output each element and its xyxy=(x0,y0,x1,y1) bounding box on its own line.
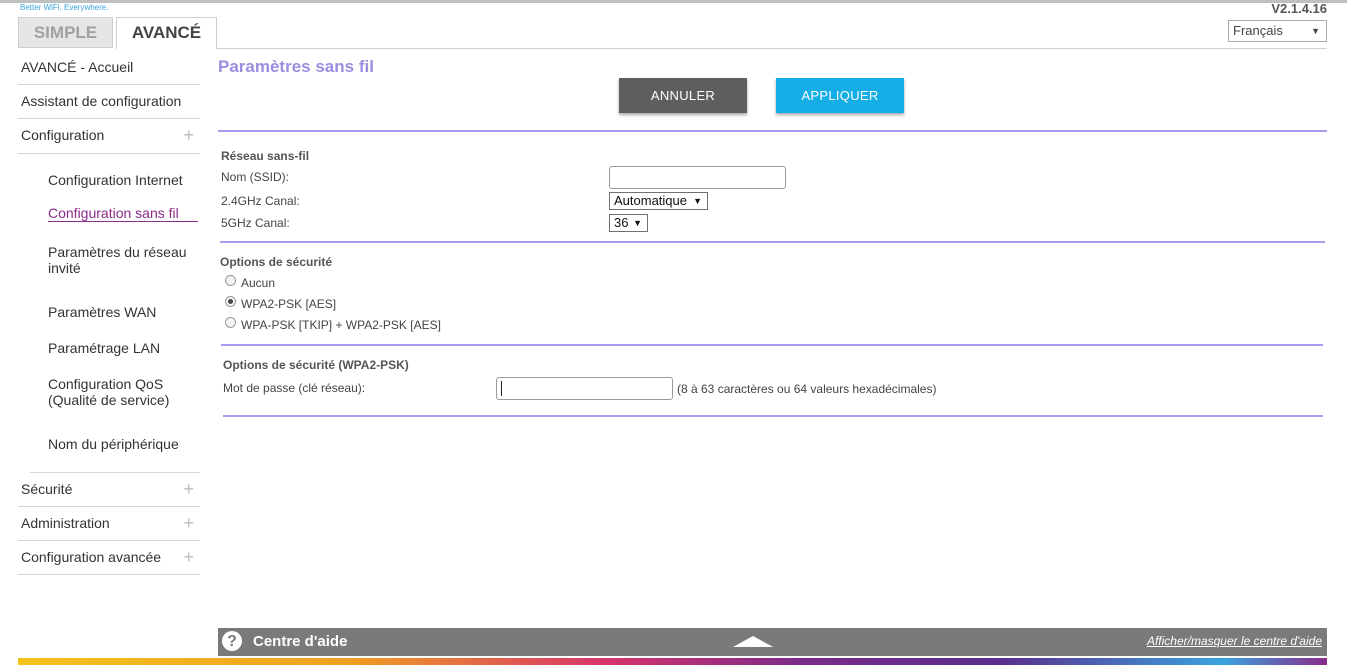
sidebar-subitem-device-name[interactable]: Nom du périphérique xyxy=(48,436,200,452)
sidebar-divider xyxy=(18,540,200,541)
chevron-up-icon[interactable] xyxy=(733,636,773,647)
sidebar-item-label: Configuration xyxy=(21,127,105,143)
language-value: Français xyxy=(1233,23,1283,38)
expand-icon[interactable]: + xyxy=(183,513,194,534)
sidebar-item-label: Configuration avancée xyxy=(21,549,162,565)
sidebar-item-administration[interactable]: Administration + xyxy=(18,513,200,534)
chevron-down-icon: ▼ xyxy=(633,218,642,228)
password-input[interactable] xyxy=(496,377,673,400)
sidebar-item-home[interactable]: AVANCÉ - Accueil xyxy=(18,59,200,75)
channel-24ghz-select[interactable]: Automatique ▼ xyxy=(609,192,708,210)
channel-5ghz-label: 5GHz Canal: xyxy=(221,216,290,230)
section-divider xyxy=(220,241,1325,243)
toggle-help-link[interactable]: Afficher/masquer le centre d'aide xyxy=(1147,634,1322,648)
password-label: Mot de passe (clé réseau): xyxy=(223,381,366,395)
sidebar-subitem-wan[interactable]: Paramètres WAN xyxy=(48,304,200,320)
chevron-down-icon: ▼ xyxy=(1311,26,1320,36)
sidebar-divider xyxy=(18,118,200,119)
sidebar-item-label: Administration xyxy=(21,515,110,531)
sidebar-divider xyxy=(18,84,200,85)
wireless-network-heading: Réseau sans-fil xyxy=(221,149,310,163)
radio-security-wpa2[interactable] xyxy=(225,296,236,307)
section-divider xyxy=(221,344,1323,346)
page-title: Paramètres sans fil xyxy=(218,57,374,76)
expand-icon[interactable]: + xyxy=(183,479,194,500)
help-center-bar: ? Centre d'aide Afficher/masquer le cent… xyxy=(218,628,1327,656)
security-options-heading: Options de sécurité xyxy=(220,255,333,269)
radio-label-none: Aucun xyxy=(241,276,276,290)
help-center-title: Centre d'aide xyxy=(253,633,348,650)
channel-5ghz-value: 36 xyxy=(614,215,629,230)
tab-simple[interactable]: SIMPLE xyxy=(18,17,113,48)
radio-label-wpa2: WPA2-PSK [AES] xyxy=(241,297,337,311)
section-divider xyxy=(218,130,1327,132)
channel-5ghz-select[interactable]: 36 ▼ xyxy=(609,214,648,232)
expand-icon[interactable]: + xyxy=(183,547,194,568)
question-mark-icon: ? xyxy=(222,631,242,651)
wpa2-options-heading: Options de sécurité (WPA2-PSK) xyxy=(223,358,409,372)
password-hint: (8 à 63 caractères ou 64 valeurs hexadéc… xyxy=(677,382,937,396)
collapse-icon[interactable]: + xyxy=(183,125,194,146)
channel-24ghz-value: Automatique xyxy=(614,193,687,208)
sidebar-divider xyxy=(18,153,200,154)
radio-security-none[interactable] xyxy=(225,275,236,286)
language-select[interactable]: Français ▼ xyxy=(1228,20,1327,42)
firmware-version: V2.1.4.16 xyxy=(1271,1,1327,16)
radio-label-wpa-wpa2: WPA-PSK [TKIP] + WPA2-PSK [AES] xyxy=(241,318,441,332)
brand-color-strip xyxy=(18,658,1327,665)
sidebar-divider xyxy=(18,506,200,507)
ssid-label: Nom (SSID): xyxy=(221,170,290,184)
top-border xyxy=(0,0,1347,3)
sidebar-item-configuration[interactable]: Configuration + xyxy=(18,125,200,146)
sidebar-item-setup-wizard[interactable]: Assistant de configuration xyxy=(18,93,200,109)
text-cursor xyxy=(501,381,502,396)
apply-button[interactable]: APPLIQUER xyxy=(776,78,904,113)
radio-security-wpa-wpa2[interactable] xyxy=(225,317,236,328)
brand-tagline: Better WiFi. Everywhere. xyxy=(20,3,109,12)
sidebar-subitem-qos[interactable]: Configuration QoS (Qualité de service) xyxy=(48,376,200,408)
ssid-input[interactable] xyxy=(609,166,786,189)
sidebar-item-label: Sécurité xyxy=(21,481,73,497)
channel-24ghz-label: 2.4GHz Canal: xyxy=(221,194,300,208)
sidebar-divider xyxy=(30,472,200,473)
section-divider xyxy=(223,415,1323,417)
sidebar-item-advanced-setup[interactable]: Configuration avancée + xyxy=(18,547,200,568)
sidebar-subitem-internet[interactable]: Configuration Internet xyxy=(48,172,200,188)
chevron-down-icon: ▼ xyxy=(693,196,702,206)
sidebar-subitem-wireless[interactable]: Configuration sans fil xyxy=(48,205,200,221)
tab-divider xyxy=(217,48,1327,49)
sidebar-subitem-lan[interactable]: Paramétrage LAN xyxy=(48,340,200,356)
tab-advanced[interactable]: AVANCÉ xyxy=(116,17,217,49)
sidebar-divider xyxy=(18,574,200,575)
active-indicator xyxy=(48,221,198,222)
cancel-button[interactable]: ANNULER xyxy=(619,78,747,113)
sidebar-item-security[interactable]: Sécurité + xyxy=(18,479,200,500)
sidebar-subitem-guest[interactable]: Paramètres du réseau invité xyxy=(48,244,200,276)
